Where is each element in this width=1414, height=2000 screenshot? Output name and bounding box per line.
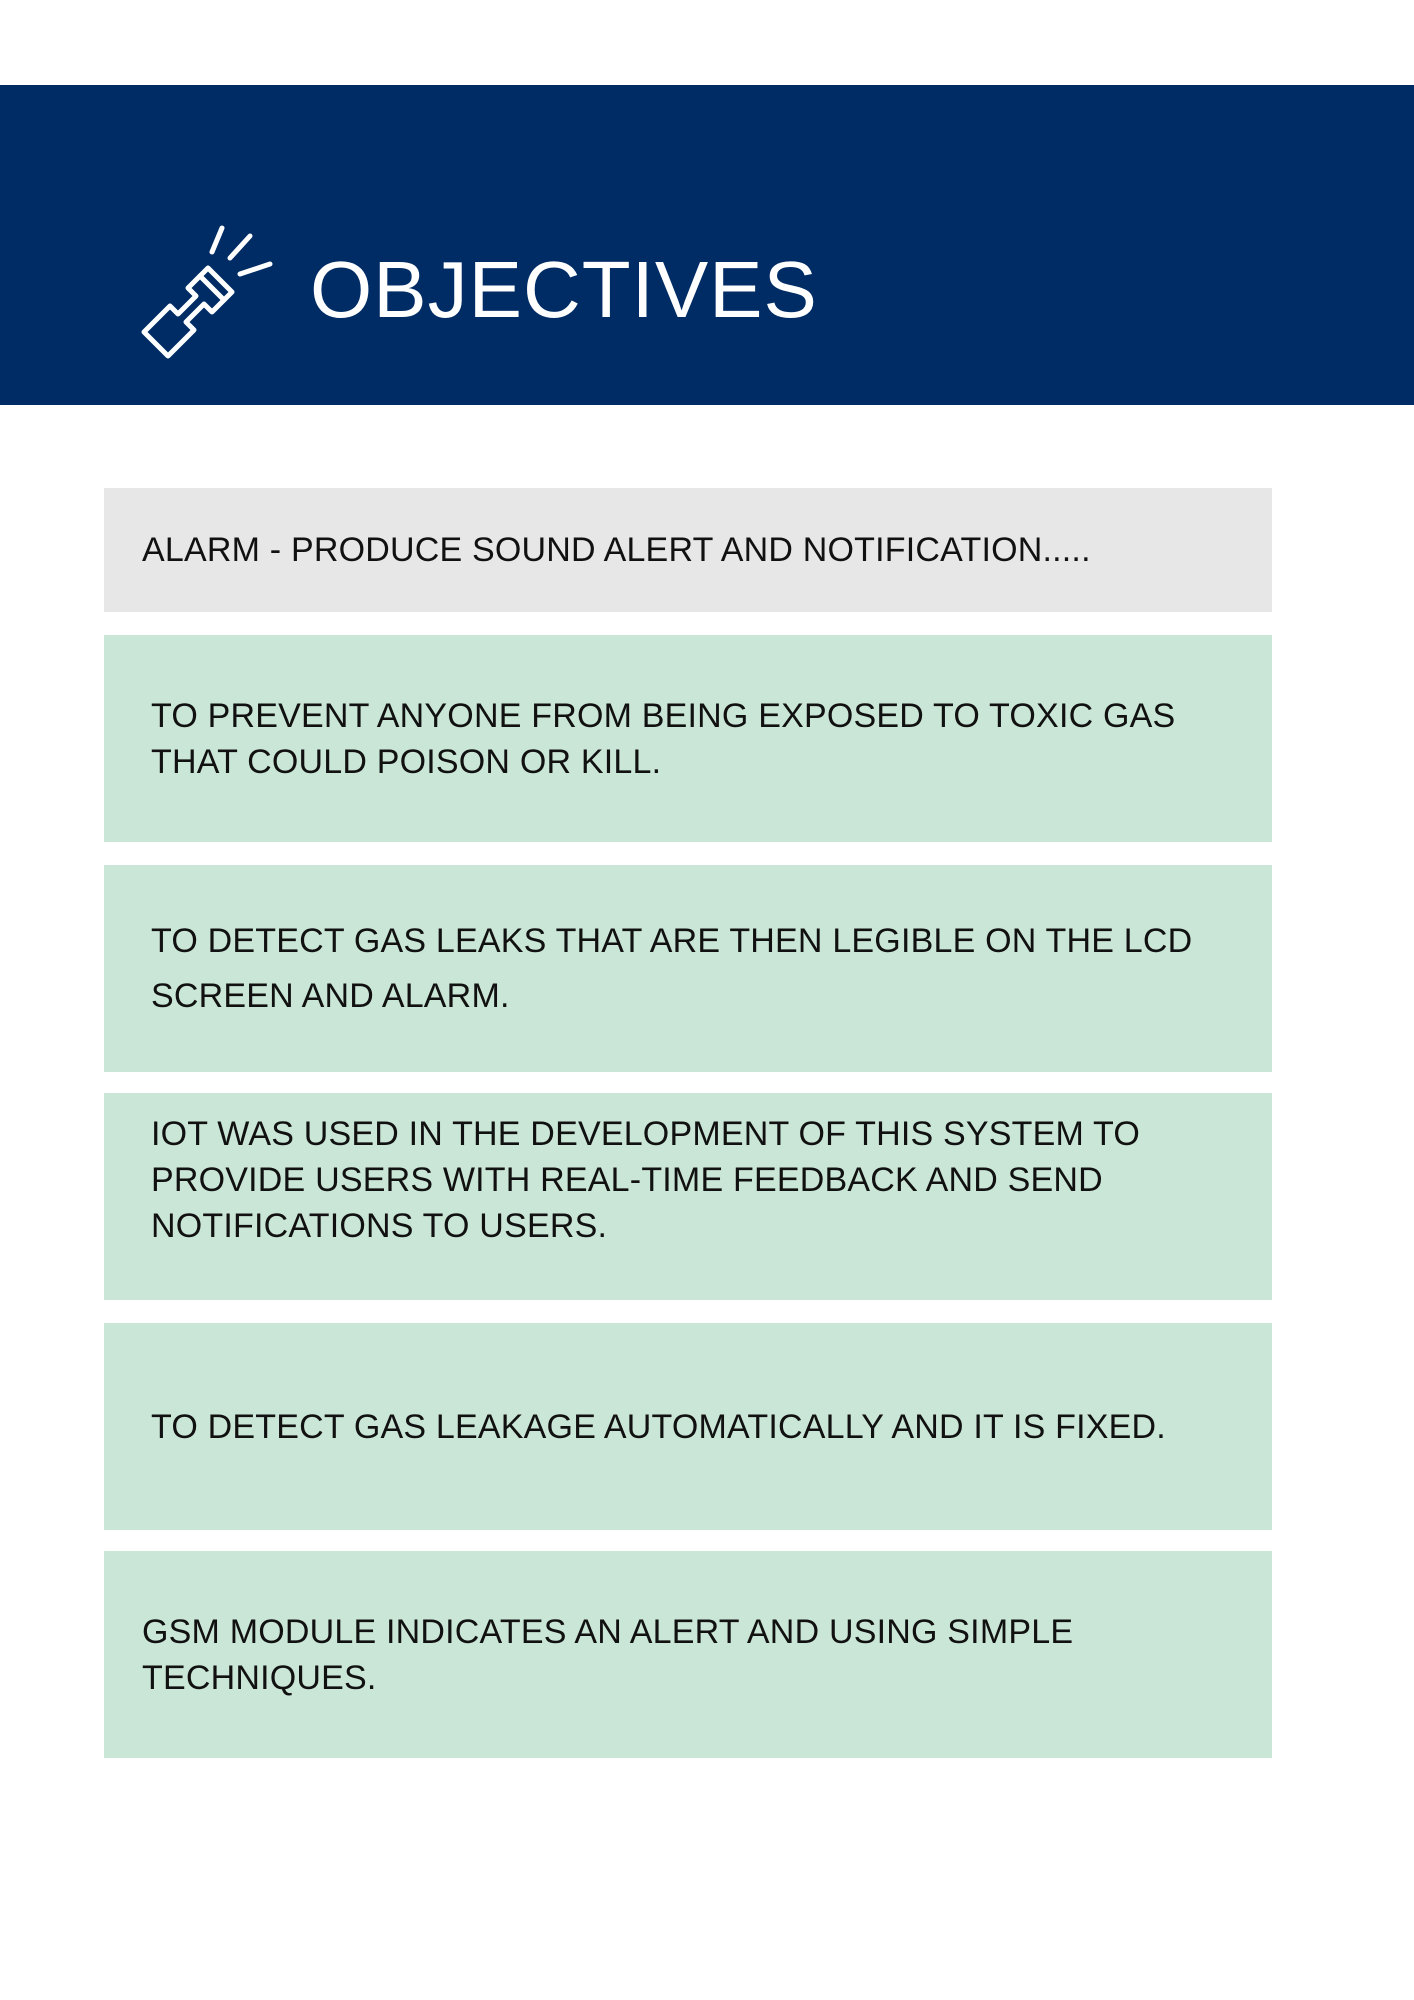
flashlight-icon xyxy=(141,225,273,359)
objective-text: TO DETECT GAS LEAKS THAT ARE THEN LEGIBL… xyxy=(151,921,1193,1015)
page-title: OBJECTIVES xyxy=(310,245,818,334)
objective-text: GSM MODULE INDICATES AN ALERT AND USING … xyxy=(142,1612,1074,1697)
objective-item-iot: IOT WAS USED IN THE DEVELOPMENT OF THIS … xyxy=(104,1093,1272,1300)
objective-text: IOT WAS USED IN THE DEVELOPMENT OF THIS … xyxy=(151,1115,1141,1245)
objective-item-prevent-exposure: TO PREVENT ANYONE FROM BEING EXPOSED TO … xyxy=(104,635,1272,842)
objective-text: ALARM - PRODUCE SOUND ALERT AND NOTIFICA… xyxy=(142,531,1091,569)
objective-item-detect-gas-leaks: TO DETECT GAS LEAKS THAT ARE THEN LEGIBL… xyxy=(104,865,1272,1072)
objective-text: TO DETECT GAS LEAKAGE AUTOMATICALLY AND … xyxy=(151,1407,1166,1446)
objective-item-alarm: ALARM - PRODUCE SOUND ALERT AND NOTIFICA… xyxy=(104,488,1272,612)
objective-item-gsm-module: GSM MODULE INDICATES AN ALERT AND USING … xyxy=(104,1551,1272,1758)
objective-item-automatic-detection: TO DETECT GAS LEAKAGE AUTOMATICALLY AND … xyxy=(104,1323,1272,1530)
objective-text: TO PREVENT ANYONE FROM BEING EXPOSED TO … xyxy=(151,696,1176,781)
